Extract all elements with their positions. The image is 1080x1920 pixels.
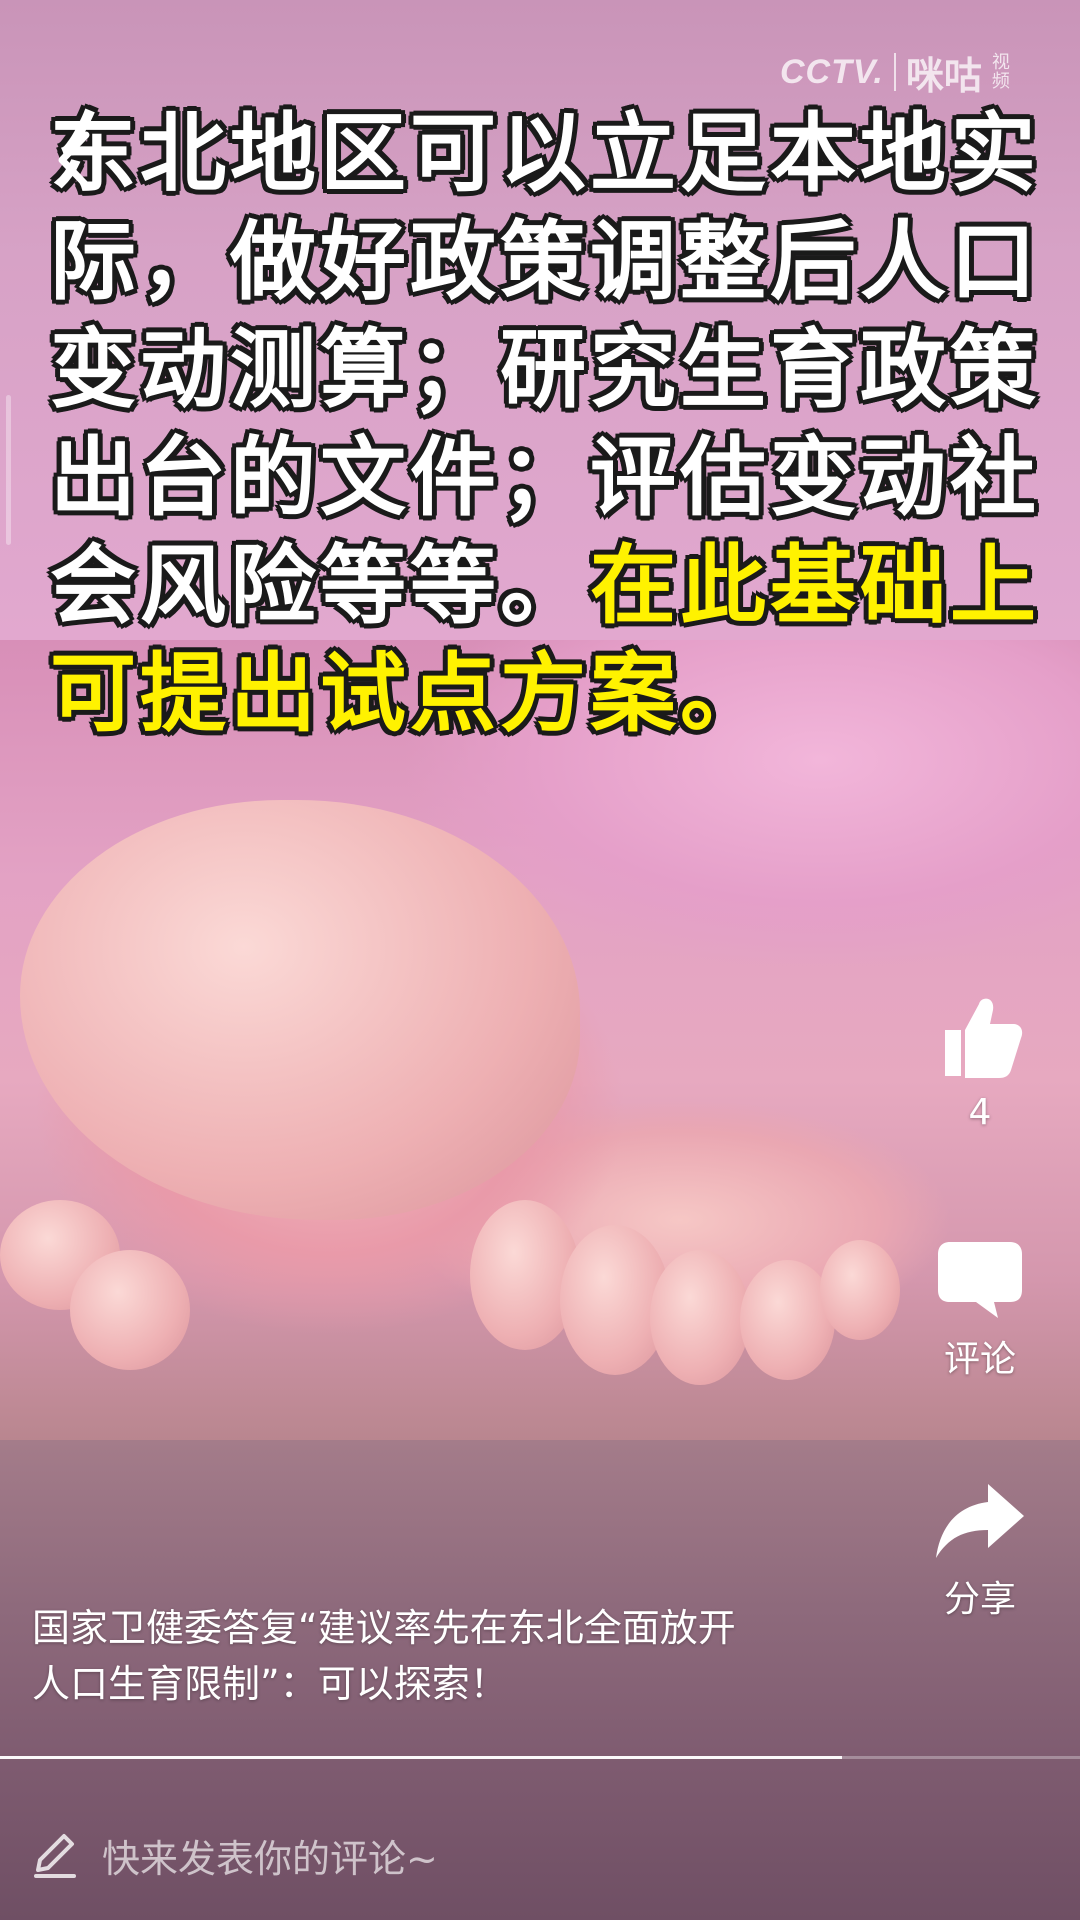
chat-bubble-icon xyxy=(938,1242,1022,1318)
pen-icon xyxy=(34,1834,76,1878)
watermark-migu: 咪咕 xyxy=(905,55,982,98)
like-count: 4 xyxy=(968,1092,992,1133)
watermark-video: 视频 xyxy=(991,52,1010,91)
watermark-divider xyxy=(893,53,896,91)
comment-button[interactable]: 评论 xyxy=(920,1240,1040,1382)
thumbs-up-icon xyxy=(945,998,1023,1078)
video-frame-baby-feet xyxy=(0,640,1080,1440)
like-button[interactable]: 4 xyxy=(920,990,1040,1133)
caption-line-1: 国家卫健委答复“建议率先在东北全面放开 xyxy=(32,1606,736,1650)
comment-input-bar[interactable]: 快来发表你的评论~ xyxy=(0,1800,1080,1910)
edge-indicator xyxy=(6,395,11,545)
video-player[interactable]: 东北地区可以立足本地实际，做好政策调整后人口变动测算；研究生育政策出台的文件；评… xyxy=(0,0,1080,1920)
back-button[interactable] xyxy=(44,120,104,200)
share-button[interactable]: 分享 xyxy=(920,1480,1040,1622)
caption-line-2: 人口生育限制”：可以探索！ xyxy=(32,1662,508,1706)
video-headline-text: 东北地区可以立足本地实际，做好政策调整后人口变动测算；研究生育政策出台的文件；评… xyxy=(50,100,1040,748)
video-progress-fill xyxy=(0,1756,843,1759)
cctv-migu-watermark: CCTV. 咪咕 视频 xyxy=(780,50,1012,98)
comment-label: 评论 xyxy=(943,1339,1016,1380)
back-chevron-icon xyxy=(58,131,90,189)
video-caption[interactable]: 国家卫健委答复“建议率先在东北全面放开 人口生育限制”：可以探索！ xyxy=(32,1600,842,1712)
watermark-cctv: CCTV. xyxy=(780,52,884,91)
comment-input-placeholder[interactable]: 快来发表你的评论~ xyxy=(102,1828,438,1883)
video-progress-bar[interactable] xyxy=(0,1756,1080,1759)
share-label: 分享 xyxy=(943,1579,1016,1620)
share-arrow-icon xyxy=(936,1484,1024,1558)
